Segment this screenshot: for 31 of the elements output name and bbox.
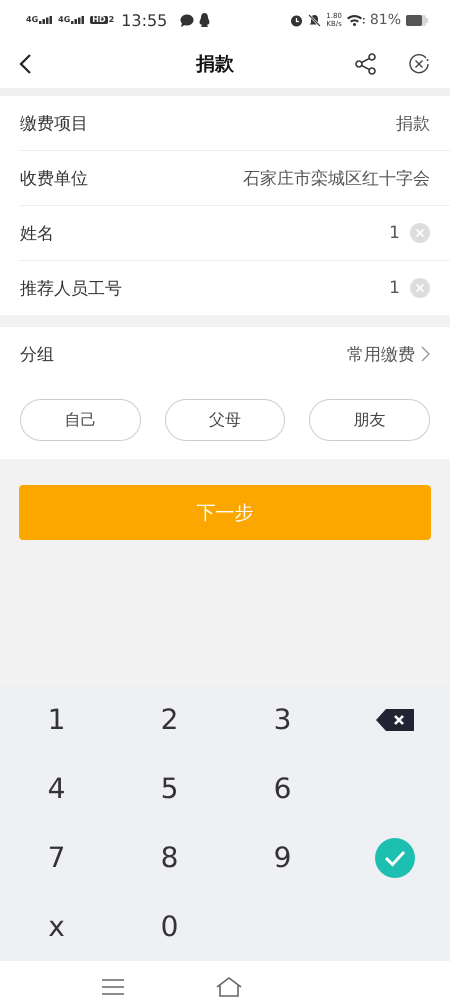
network-label: 4G bbox=[26, 16, 38, 24]
field-label: 收费单位 bbox=[20, 168, 89, 190]
group-label: 分组 bbox=[20, 344, 55, 366]
keypad-key[interactable]: 9 bbox=[274, 841, 292, 874]
battery-percent: 81% bbox=[370, 12, 401, 28]
keypad-key[interactable]: 1 bbox=[48, 703, 66, 736]
field-label: 推荐人员工号 bbox=[20, 278, 123, 300]
group-value[interactable]: 常用缴费 bbox=[347, 342, 415, 366]
field-label: 姓名 bbox=[20, 222, 55, 244]
group-chip[interactable]: 朋友 bbox=[309, 399, 430, 441]
group-chip[interactable]: 父母 bbox=[164, 399, 286, 441]
keypad-key[interactable]: 5 bbox=[160, 772, 178, 805]
network-label: 4G bbox=[58, 16, 70, 24]
field-value: 石家庄市栾城区红十字会 bbox=[243, 168, 430, 190]
field-label: 缴费项目 bbox=[20, 112, 89, 134]
hd-index: 2 bbox=[108, 16, 114, 24]
group-chip[interactable]: 自己 bbox=[20, 399, 141, 441]
keypad-key[interactable]: x bbox=[48, 910, 65, 943]
hd-label: HD bbox=[90, 16, 108, 24]
keypad-key[interactable]: 0 bbox=[160, 910, 178, 943]
input-field[interactable]: 1 bbox=[389, 223, 400, 243]
field-value: 捐款 bbox=[396, 112, 430, 134]
keypad-key[interactable]: 2 bbox=[160, 703, 178, 736]
input-field[interactable]: 1 bbox=[389, 278, 400, 298]
keypad-key[interactable]: 4 bbox=[48, 772, 66, 805]
keypad-key[interactable]: 6 bbox=[274, 772, 292, 805]
keypad-key[interactable]: 8 bbox=[160, 841, 178, 874]
keypad-key[interactable]: 3 bbox=[274, 703, 292, 736]
page-title: 捐款 bbox=[194, 52, 235, 77]
clock-time: 13:55 bbox=[121, 10, 168, 30]
keypad-key[interactable]: 7 bbox=[48, 841, 66, 874]
